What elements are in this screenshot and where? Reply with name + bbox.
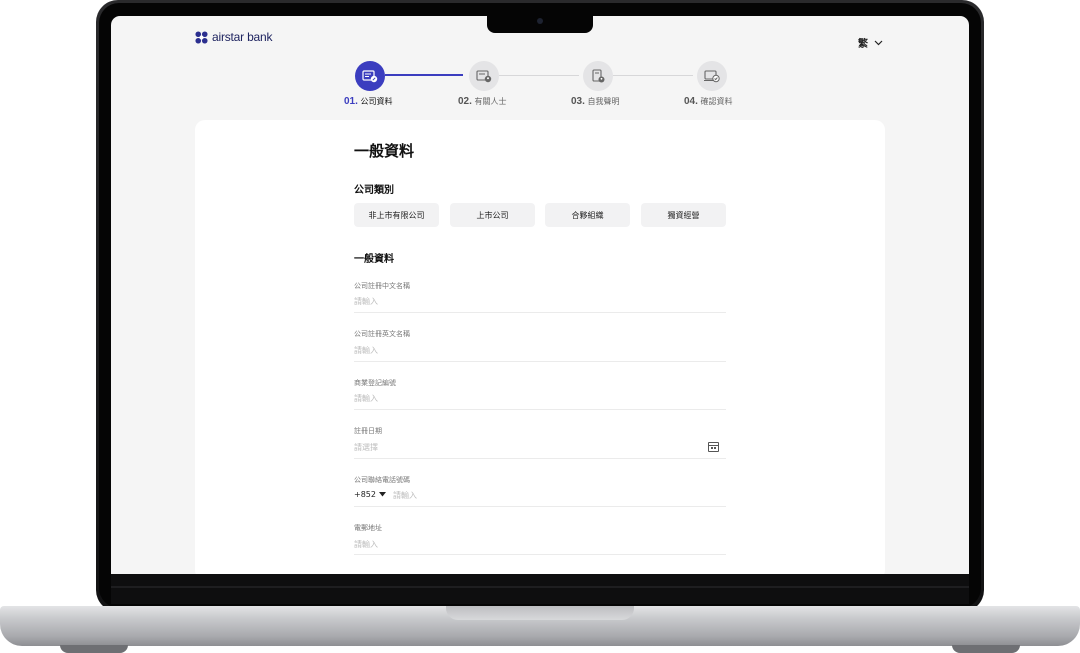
br-number-underline (354, 409, 726, 410)
step-connector-3 (613, 75, 693, 76)
chinese-name-input[interactable]: 請輸入 (354, 296, 378, 307)
step-3-circle[interactable] (583, 61, 613, 91)
laptop-foot-left (60, 645, 128, 653)
email-label: 電郵地址 (354, 524, 382, 532)
laptop-chin (111, 574, 969, 604)
step-3-number: 03. (571, 96, 585, 107)
step-2-label[interactable]: 02. 有關人士 (458, 96, 506, 107)
step-1-circle[interactable] (355, 61, 385, 91)
page-title: 一般資料 (354, 142, 415, 160)
company-type-option-private[interactable]: 非上市有限公司 (354, 203, 439, 227)
company-type-heading: 公司類別 (354, 185, 394, 196)
registration-date-underline (354, 458, 726, 459)
country-code-value: +852 (354, 490, 376, 499)
camera-notch (487, 12, 593, 33)
phone-input[interactable]: 請輸入 (393, 490, 417, 501)
step-connector-1 (385, 74, 463, 76)
step-3-label[interactable]: 03. 自我聲明 (571, 96, 619, 107)
confirm-check-icon (704, 70, 720, 83)
app-screen: airstar bank 繁 01. 公司資料 02. 有關人士 03. 自我聲… (111, 16, 969, 574)
step-connector-2 (499, 75, 579, 76)
english-name-input[interactable]: 請輸入 (354, 345, 378, 356)
chinese-name-label: 公司註冊中文名稱 (354, 282, 410, 290)
brand-logo[interactable]: airstar bank (195, 30, 272, 44)
airstar-logo-icon (195, 30, 208, 44)
br-number-input[interactable]: 請輸入 (354, 393, 378, 404)
language-selector[interactable]: 繁 (858, 35, 883, 50)
chinese-name-underline (354, 312, 726, 313)
registration-date-label: 註冊日期 (354, 427, 382, 435)
email-underline (354, 554, 726, 555)
step-4-number: 04. (684, 96, 698, 107)
english-name-underline (354, 361, 726, 362)
br-number-label: 商業登記編號 (354, 379, 396, 387)
company-type-option-partnership[interactable]: 合夥組織 (545, 203, 630, 227)
person-card-icon (476, 70, 492, 83)
company-type-option-sole[interactable]: 獨資經營 (641, 203, 726, 227)
step-4-text: 確認資料 (700, 97, 733, 106)
laptop-foot-right (952, 645, 1020, 653)
camera-icon (537, 18, 543, 24)
declaration-doc-icon (592, 69, 605, 83)
trackpad-notch (446, 606, 634, 620)
phone-underline (354, 506, 726, 507)
step-1-text: 公司資料 (360, 97, 393, 106)
progress-stepper: 01. 公司資料 02. 有關人士 03. 自我聲明 04. 確認資料 (111, 60, 969, 110)
caret-down-icon (378, 492, 386, 497)
brand-name: airstar bank (212, 30, 273, 44)
company-card-icon (362, 70, 378, 83)
step-3-text: 自我聲明 (587, 97, 620, 106)
step-2-circle[interactable] (469, 61, 499, 91)
country-code-select[interactable]: +852 (354, 490, 386, 499)
general-info-heading: 一般資料 (354, 254, 394, 265)
step-4-circle[interactable] (697, 61, 727, 91)
step-1-label[interactable]: 01. 公司資料 (344, 96, 392, 107)
english-name-label: 公司註冊英文名稱 (354, 330, 410, 338)
step-1-number: 01. (344, 96, 358, 107)
step-2-number: 02. (458, 96, 472, 107)
company-type-option-listed[interactable]: 上市公司 (450, 203, 535, 227)
registration-date-input[interactable]: 請選擇 (354, 442, 378, 453)
calendar-icon[interactable] (708, 442, 719, 452)
step-4-label[interactable]: 04. 確認資料 (684, 96, 732, 107)
phone-label: 公司聯絡電話號碼 (354, 476, 410, 484)
hinge-line (111, 586, 969, 588)
chevron-down-icon (874, 40, 883, 45)
language-label: 繁 (858, 39, 868, 50)
step-2-text: 有關人士 (474, 97, 507, 106)
email-input[interactable]: 請輸入 (354, 539, 378, 550)
